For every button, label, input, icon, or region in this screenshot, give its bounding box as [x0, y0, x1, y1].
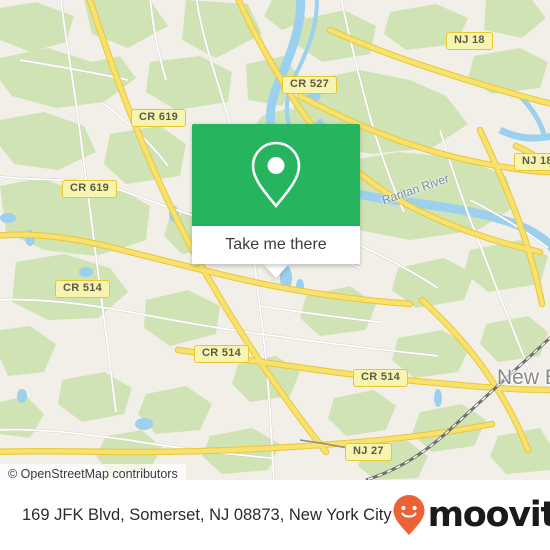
- osm-attribution[interactable]: © OpenStreetMap contributors: [0, 464, 186, 480]
- moovit-map-screenshot: NJ 18 CR 527 CR 619 NJ 18 CR 619 CR 514 …: [0, 0, 550, 550]
- place-label-new-brunswick: New B: [497, 366, 550, 389]
- road-shield-cr-527[interactable]: CR 527: [282, 76, 338, 94]
- moovit-wordmark: moovit: [427, 494, 550, 535]
- take-me-there-button[interactable]: Take me there: [192, 226, 360, 264]
- road-shield-cr-619-left[interactable]: CR 619: [62, 180, 118, 198]
- road-shield-nj-27[interactable]: NJ 27: [345, 443, 392, 461]
- footer-bar: 169 JFK Blvd, Somerset, NJ 08873, New Yo…: [0, 480, 550, 550]
- callout-card-pointer: [263, 264, 289, 278]
- address-label: 169 JFK Blvd, Somerset, NJ 08873, New Yo…: [22, 505, 392, 524]
- road-shield-cr-514-right[interactable]: CR 514: [353, 369, 409, 387]
- road-shield-cr-514-left[interactable]: CR 514: [55, 280, 111, 298]
- location-callout-card[interactable]: Take me there: [192, 124, 360, 278]
- map-pin-icon: [251, 141, 301, 209]
- road-shield-cr-619-upper[interactable]: CR 619: [131, 109, 187, 127]
- moovit-logo[interactable]: moovit: [392, 494, 550, 536]
- road-shield-cr-514-mid[interactable]: CR 514: [194, 345, 250, 363]
- callout-card-header: [192, 124, 360, 226]
- moovit-smiley-pin-icon: [393, 495, 425, 535]
- map-canvas[interactable]: NJ 18 CR 527 CR 619 NJ 18 CR 619 CR 514 …: [0, 0, 550, 480]
- road-shield-nj-18-top[interactable]: NJ 18: [446, 32, 493, 50]
- road-shield-nj-18-right[interactable]: NJ 18: [514, 153, 550, 171]
